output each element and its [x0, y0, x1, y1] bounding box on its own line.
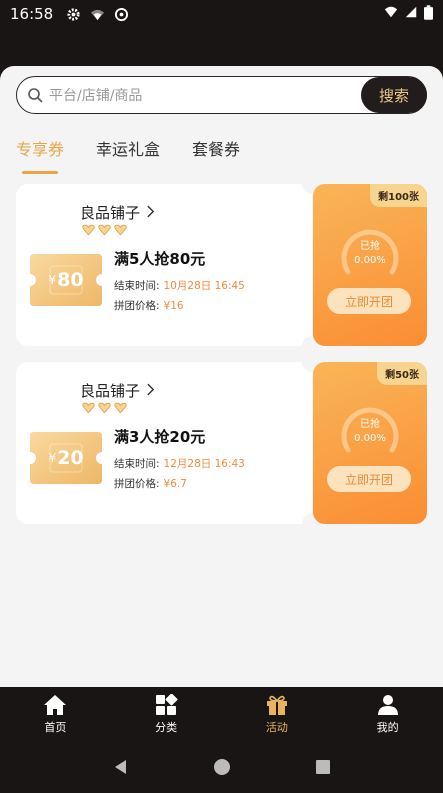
- search-input[interactable]: 平台/店铺/商品: [49, 85, 361, 105]
- grab-progress-gauge: 已抢 0.00%: [340, 226, 400, 278]
- coupon-card[interactable]: 良品铺子 ¥20 满3人抢20元 结束时间: 12月28日 16:43 拼团价格:…: [16, 352, 427, 534]
- tab-lucky-gift-box[interactable]: 幸运礼盒: [96, 136, 160, 168]
- tab-package-coupon[interactable]: 套餐券: [192, 136, 240, 168]
- recents-icon[interactable]: [314, 758, 332, 776]
- heart-icon: [98, 402, 111, 413]
- coupon-card[interactable]: 良品铺子 ¥80 满5人抢80元 结束时间: 10月28日 16:45 拼团价格:…: [16, 174, 427, 356]
- nav-activity-label: 活动: [265, 720, 288, 734]
- heart-icon: [114, 224, 127, 235]
- grabbed-percent: 0.00%: [354, 255, 386, 266]
- nav-category-label: 分类: [155, 720, 178, 734]
- wifi-icon: [384, 5, 398, 23]
- shop-name: 良品铺子: [80, 204, 141, 222]
- shop-link[interactable]: 良品铺子: [80, 380, 155, 401]
- coupon-card-action: 剩50张 已抢 0.00% 立即开团: [313, 362, 427, 524]
- gift-icon: [266, 695, 287, 715]
- coupon-tabs: 专享券 幸运礼盒 套餐券: [16, 136, 240, 174]
- settings-icon: [65, 6, 81, 22]
- main-content: 平台/店铺/商品 搜索 专享券 幸运礼盒 套餐券 良品铺子 ¥ 80 满5人抢8…: [0, 66, 443, 687]
- nav-category[interactable]: 分类: [111, 687, 222, 741]
- coupon-card-body: 良品铺子 ¥80 满5人抢80元 结束时间: 10月28日 16:45 拼团价格:…: [16, 184, 312, 346]
- search-bar[interactable]: 平台/店铺/商品 搜索: [16, 76, 427, 114]
- shop-name: 良品铺子: [80, 382, 141, 400]
- start-group-button[interactable]: 立即开团: [327, 288, 411, 314]
- status-time: 16:58: [10, 5, 54, 23]
- profile-icon: [377, 694, 398, 715]
- chevron-right-icon: [146, 382, 155, 400]
- category-icon: [156, 693, 178, 715]
- coupon-ticket: ¥80: [30, 254, 102, 306]
- end-time: 结束时间: 10月28日 16:45: [114, 280, 245, 292]
- bottom-nav: 首页 分类 活动 我的: [0, 687, 443, 741]
- group-price: 拼团价格: ¥6.7: [114, 478, 187, 490]
- rating-hearts: [82, 402, 127, 413]
- nav-activity[interactable]: 活动: [222, 687, 333, 741]
- sync-icon: [113, 6, 129, 22]
- heart-icon: [82, 224, 95, 235]
- system-nav-bar: [0, 741, 443, 793]
- coupon-amount: ¥80: [48, 269, 84, 291]
- wifi-off-icon: [89, 6, 105, 22]
- nav-home[interactable]: 首页: [0, 687, 111, 741]
- coupon-title: 满3人抢20元: [114, 428, 206, 446]
- grabbed-percent: 0.00%: [354, 433, 386, 444]
- nav-home-label: 首页: [44, 720, 67, 734]
- home-icon: [44, 694, 67, 715]
- grabbed-label: 已抢: [360, 419, 380, 430]
- back-icon[interactable]: [112, 758, 130, 776]
- search-button[interactable]: 搜索: [361, 77, 427, 113]
- home-circle-icon[interactable]: [213, 758, 231, 776]
- coupon-card-action: 剩100张 已抢 0.00% 立即开团: [313, 184, 427, 346]
- coupon-amount: ¥20: [48, 447, 84, 469]
- nav-profile-label: 我的: [376, 720, 399, 734]
- grab-progress-gauge: 已抢 0.00%: [340, 404, 400, 456]
- tab-exclusive-coupon[interactable]: 专享券: [16, 136, 64, 174]
- chevron-right-icon: [146, 204, 155, 222]
- rating-hearts: [82, 224, 127, 235]
- coupon-ticket: ¥20: [30, 432, 102, 484]
- nav-profile[interactable]: 我的: [332, 687, 443, 741]
- end-time: 结束时间: 12月28日 16:43: [114, 458, 245, 470]
- remaining-badge: 剩100张: [370, 184, 427, 207]
- status-bar: 16:58: [0, 0, 443, 28]
- battery-icon: [424, 4, 433, 24]
- search-icon: [27, 87, 43, 103]
- coupon-title: 满5人抢80元: [114, 250, 206, 268]
- heart-icon: [114, 402, 127, 413]
- heart-icon: [98, 224, 111, 235]
- coupon-card-body: 良品铺子 ¥20 满3人抢20元 结束时间: 12月28日 16:43 拼团价格:…: [16, 362, 312, 524]
- remaining-badge: 剩50张: [377, 362, 427, 385]
- start-group-button[interactable]: 立即开团: [327, 466, 411, 492]
- shop-link[interactable]: 良品铺子: [80, 202, 155, 223]
- grabbed-label: 已抢: [360, 241, 380, 252]
- signal-icon: [404, 5, 418, 23]
- group-price: 拼团价格: ¥16: [114, 300, 184, 312]
- heart-icon: [82, 402, 95, 413]
